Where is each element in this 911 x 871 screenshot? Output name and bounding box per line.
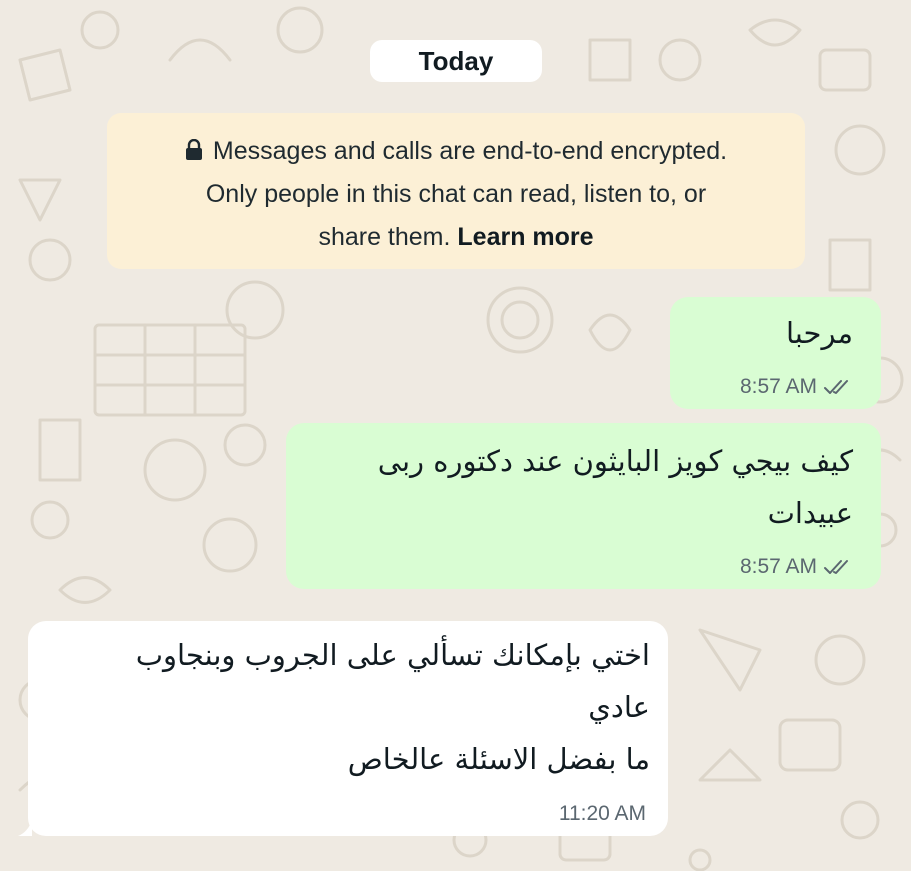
message-time: 8:57 AM bbox=[739, 375, 817, 398]
encryption-notice-line-2: Only people in this chat can read, liste… bbox=[205, 180, 707, 208]
message-meta: 11:20 AM bbox=[559, 802, 646, 826]
date-separator: Today bbox=[370, 40, 542, 82]
encryption-notice-line-3: share them. bbox=[318, 223, 458, 251]
chat-area[interactable]: Today Messages and calls are end-to-end … bbox=[0, 0, 911, 871]
outgoing-message[interactable]: مرحبا 8:57 AM bbox=[670, 297, 881, 409]
message-time: 11:20 AM bbox=[558, 802, 646, 825]
outgoing-message[interactable]: كيف بيجي كويز البايثون عند دكتوره ربى عب… bbox=[286, 423, 881, 589]
message-time: 8:57 AM bbox=[739, 555, 817, 578]
message-text: اختي بإمكانك تسألي على الجروب وبنجاوب عا… bbox=[135, 638, 650, 776]
learn-more-link[interactable]: Learn more bbox=[457, 223, 593, 251]
encryption-notice-line-1: Messages and calls are end-to-end encryp… bbox=[212, 137, 728, 165]
incoming-message[interactable]: اختي بإمكانك تسألي على الجروب وبنجاوب عا… bbox=[18, 621, 668, 836]
bubble-tail bbox=[18, 820, 32, 836]
encryption-notice[interactable]: Messages and calls are end-to-end encryp… bbox=[107, 113, 805, 269]
message-meta: 8:57 AM bbox=[740, 375, 853, 399]
message-meta: 8:57 AM bbox=[740, 555, 853, 579]
double-check-icon bbox=[824, 560, 848, 574]
message-text: مرحبا bbox=[785, 316, 853, 350]
double-check-icon bbox=[824, 380, 848, 394]
lock-icon bbox=[185, 139, 202, 160]
message-text: كيف بيجي كويز البايثون عند دكتوره ربى عب… bbox=[377, 444, 853, 530]
